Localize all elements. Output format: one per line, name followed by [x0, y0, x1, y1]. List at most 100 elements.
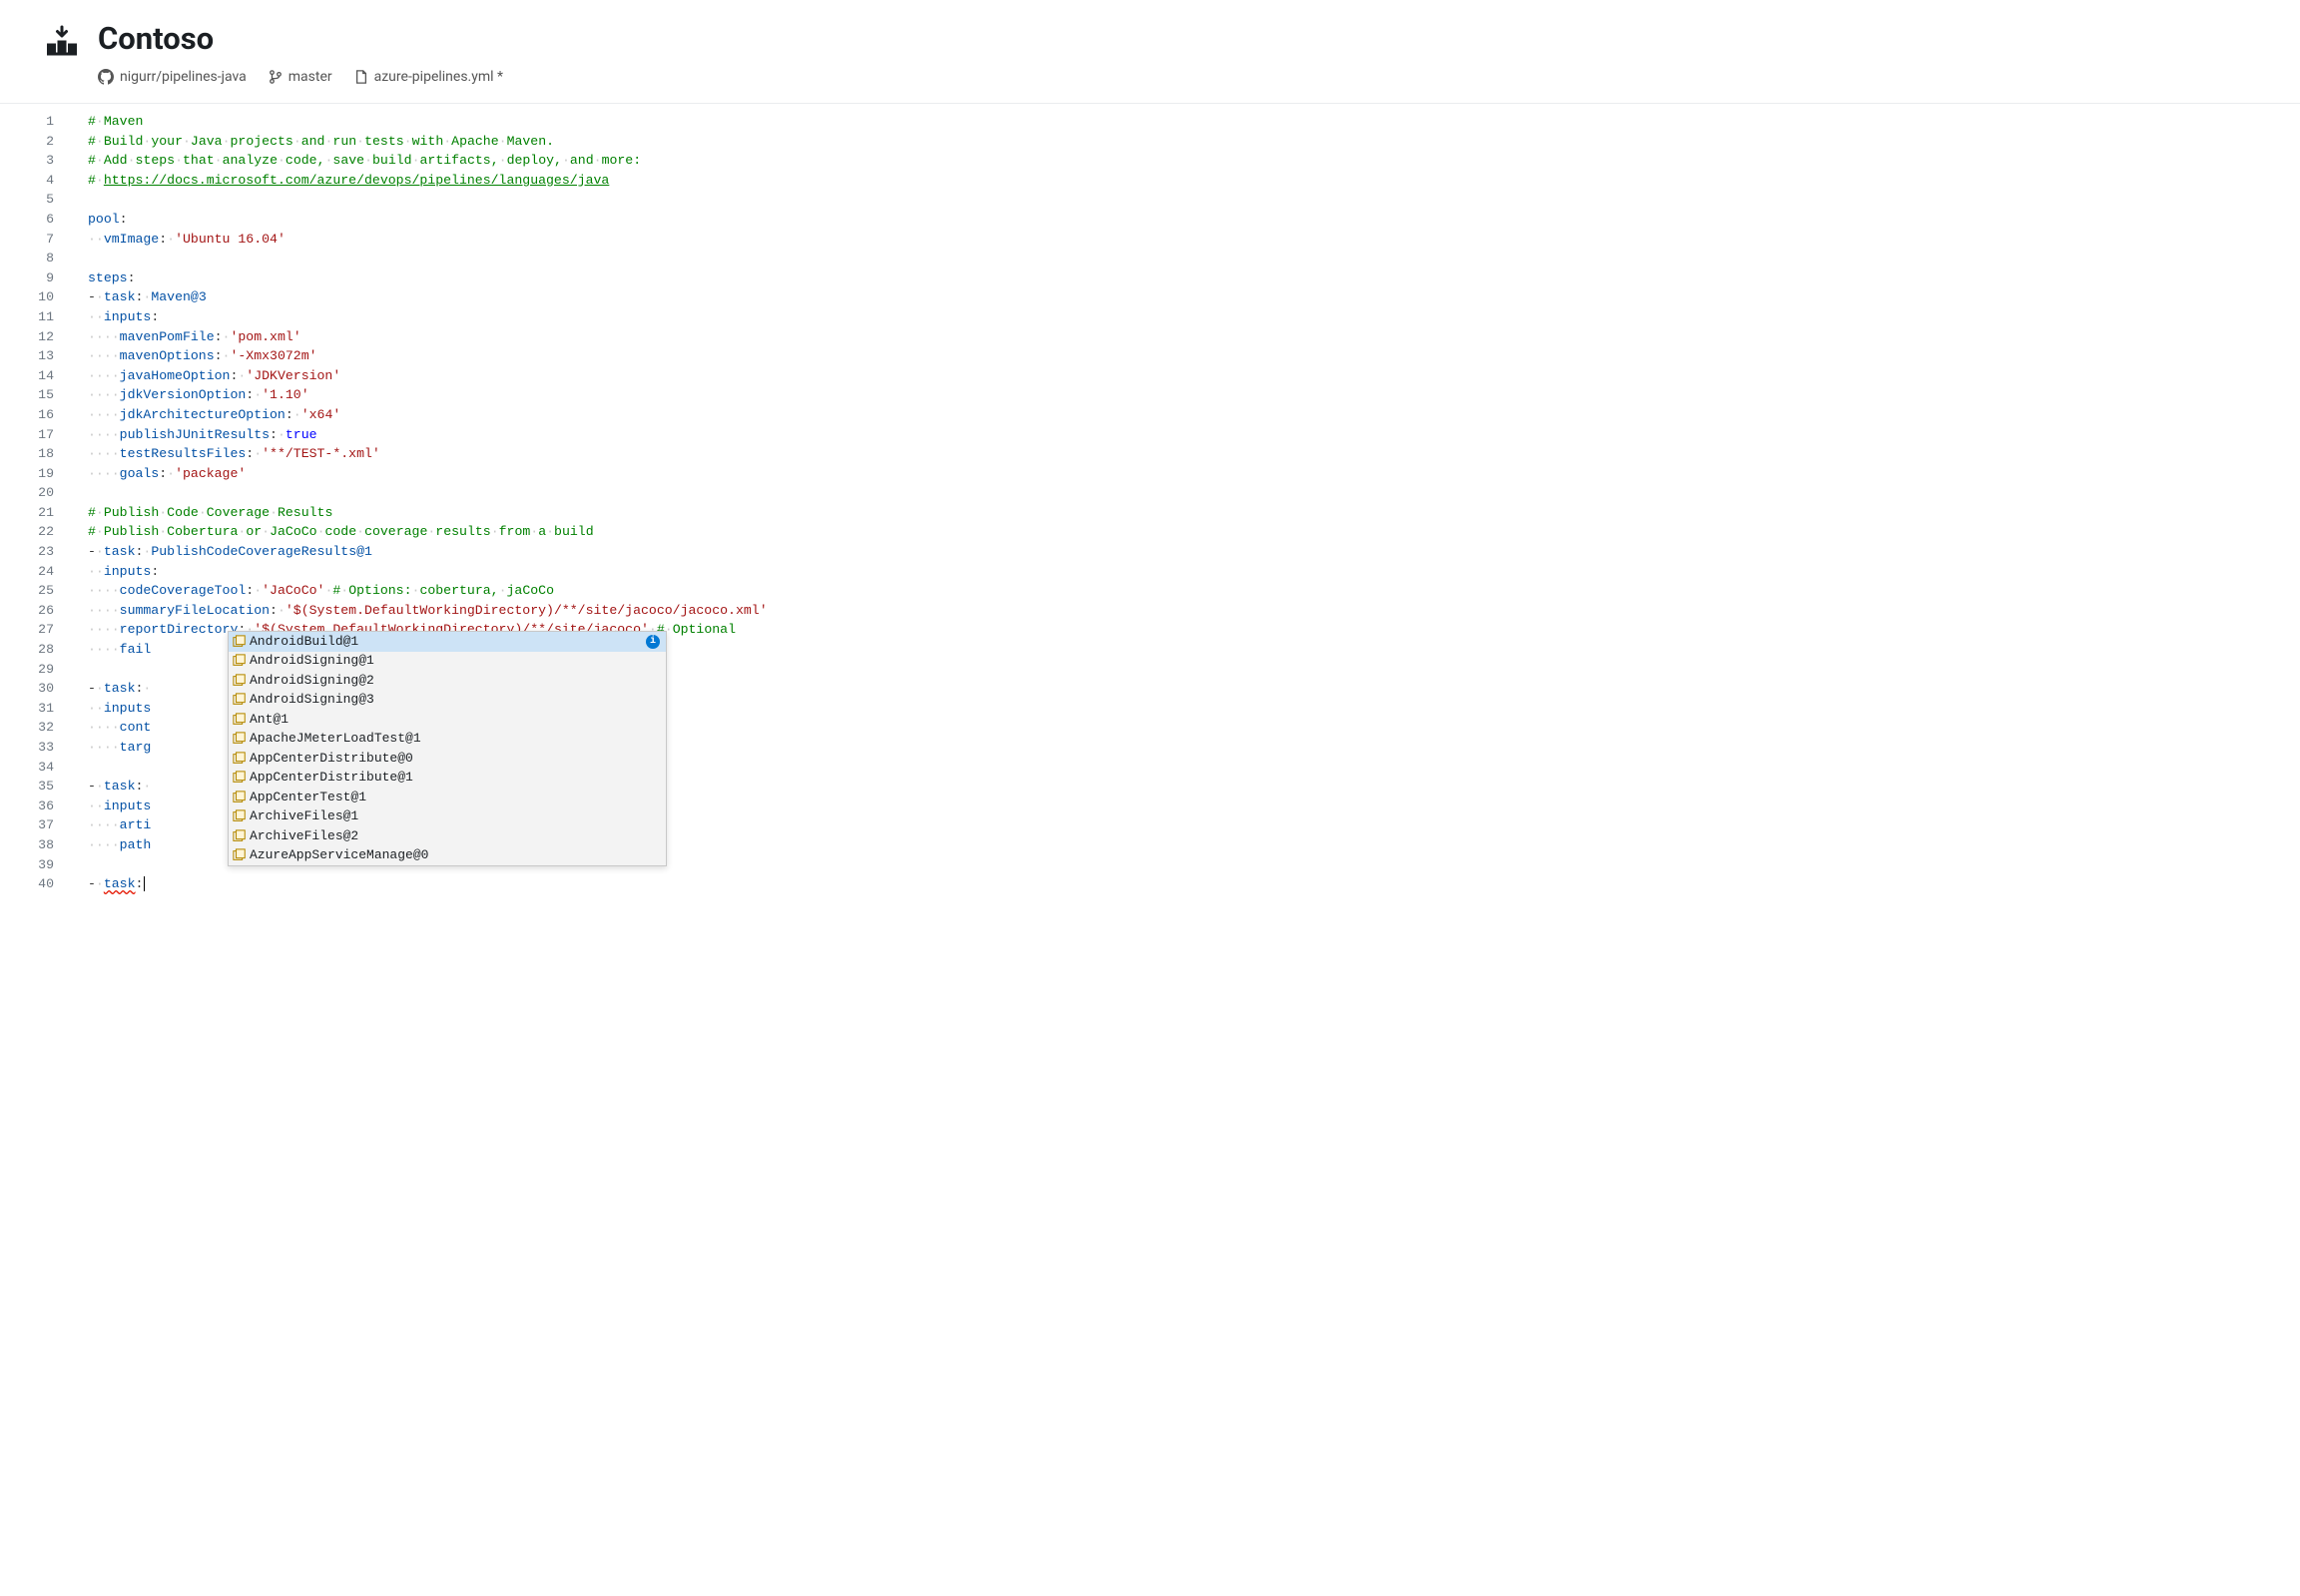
line-number: 2: [0, 132, 54, 152]
breadcrumb-branch-label: master: [288, 69, 332, 85]
snippet-icon: [233, 732, 247, 746]
intellisense-item-label: AndroidSigning@3: [250, 690, 660, 710]
file-icon: [354, 70, 368, 84]
code-line[interactable]: ····mavenPomFile:·'pom.xml': [70, 327, 2300, 347]
line-number: 13: [0, 346, 54, 366]
branch-icon: [269, 70, 283, 84]
line-number: 29: [0, 660, 54, 680]
line-number: 34: [0, 758, 54, 778]
code-line[interactable]: steps:: [70, 268, 2300, 288]
code-line[interactable]: ··vmImage:·'Ubuntu 16.04': [70, 230, 2300, 250]
code-line[interactable]: -·task:·Maven@3: [70, 287, 2300, 307]
line-number: 16: [0, 405, 54, 425]
code-line[interactable]: #·https://docs.microsoft.com/azure/devop…: [70, 171, 2300, 191]
line-number: 17: [0, 425, 54, 445]
intellisense-item[interactable]: AndroidSigning@2: [229, 671, 666, 691]
breadcrumb-branch[interactable]: master: [269, 69, 332, 85]
code-line[interactable]: #·Publish·Code·Coverage·Results: [70, 503, 2300, 523]
line-number: 11: [0, 307, 54, 327]
snippet-icon: [233, 848, 247, 862]
intellisense-item-label: Ant@1: [250, 710, 660, 730]
line-number: 6: [0, 210, 54, 230]
line-number: 15: [0, 385, 54, 405]
line-number: 38: [0, 835, 54, 855]
build-icon: [44, 24, 80, 60]
code-line[interactable]: ····mavenOptions:·'-Xmx3072m': [70, 346, 2300, 366]
line-number: 21: [0, 503, 54, 523]
editor-gutter: 1234567891011121314151617181920212223242…: [0, 104, 70, 902]
breadcrumb-repo[interactable]: nigurr/pipelines-java: [98, 69, 247, 85]
intellisense-item-label: ApacheJMeterLoadTest@1: [250, 729, 660, 749]
line-number: 18: [0, 444, 54, 464]
line-number: 33: [0, 738, 54, 758]
intellisense-item-label: AppCenterDistribute@1: [250, 768, 660, 788]
intellisense-item[interactable]: AndroidSigning@1: [229, 652, 666, 672]
snippet-icon: [233, 713, 247, 727]
intellisense-item[interactable]: AppCenterTest@1: [229, 788, 666, 807]
intellisense-item[interactable]: AppCenterDistribute@0: [229, 749, 666, 769]
code-line[interactable]: ····summaryFileLocation:·'$(System.Defau…: [70, 601, 2300, 621]
intellisense-item[interactable]: AndroidBuild@1i: [229, 632, 666, 652]
code-line[interactable]: pool:: [70, 210, 2300, 230]
line-number: 7: [0, 230, 54, 250]
code-line[interactable]: ····publishJUnitResults:·true: [70, 425, 2300, 445]
page-title: Contoso: [98, 20, 503, 57]
line-number: 10: [0, 287, 54, 307]
intellisense-item[interactable]: ArchiveFiles@1: [229, 807, 666, 827]
line-number: 4: [0, 171, 54, 191]
code-line[interactable]: ····jdkVersionOption:·'1.10': [70, 385, 2300, 405]
intellisense-popup[interactable]: AndroidBuild@1iAndroidSigning@1AndroidSi…: [228, 631, 667, 866]
code-line[interactable]: ····goals:·'package': [70, 464, 2300, 484]
snippet-icon: [233, 752, 247, 766]
intellisense-item[interactable]: ArchiveFiles@2: [229, 826, 666, 846]
snippet-icon: [233, 771, 247, 785]
code-line[interactable]: #·Maven: [70, 112, 2300, 132]
code-line[interactable]: ··inputs:: [70, 307, 2300, 327]
code-line[interactable]: ····codeCoverageTool:·'JaCoCo'·#·Options…: [70, 581, 2300, 601]
breadcrumb-repo-label: nigurr/pipelines-java: [120, 69, 247, 85]
snippet-icon: [233, 635, 247, 649]
code-line[interactable]: #·Add·steps·that·analyze·code,·save·buil…: [70, 151, 2300, 171]
code-line[interactable]: #·Publish·Cobertura·or·JaCoCo·code·cover…: [70, 522, 2300, 542]
intellisense-item-label: AppCenterTest@1: [250, 788, 660, 807]
code-line[interactable]: ····jdkArchitectureOption:·'x64': [70, 405, 2300, 425]
intellisense-item[interactable]: Ant@1: [229, 710, 666, 730]
snippet-icon: [233, 674, 247, 688]
code-line[interactable]: -·task:: [70, 874, 2300, 894]
line-number: 3: [0, 151, 54, 171]
code-line[interactable]: ····testResultsFiles:·'**/TEST-*.xml': [70, 444, 2300, 464]
line-number: 26: [0, 601, 54, 621]
line-number: 40: [0, 874, 54, 894]
line-number: 27: [0, 620, 54, 640]
intellisense-item[interactable]: AzureAppServiceManage@0: [229, 846, 666, 866]
code-line[interactable]: -·task:·PublishCodeCoverageResults@1: [70, 542, 2300, 562]
line-number: 37: [0, 815, 54, 835]
code-line[interactable]: [70, 483, 2300, 503]
info-icon[interactable]: i: [646, 635, 660, 649]
code-editor[interactable]: 1234567891011121314151617181920212223242…: [0, 103, 2300, 902]
code-line[interactable]: ····javaHomeOption:·'JDKVersion': [70, 366, 2300, 386]
intellisense-item-label: AndroidBuild@1: [250, 632, 643, 652]
intellisense-item-label: AppCenterDistribute@0: [250, 749, 660, 769]
code-line[interactable]: [70, 190, 2300, 210]
line-number: 23: [0, 542, 54, 562]
snippet-icon: [233, 791, 247, 804]
line-number: 9: [0, 268, 54, 288]
breadcrumb: nigurr/pipelines-java master azure-pipel…: [98, 69, 503, 85]
code-line[interactable]: [70, 249, 2300, 268]
editor-code-area[interactable]: #·Maven#·Build·your·Java·projects·and·ru…: [70, 104, 2300, 902]
header: Contoso nigurr/pipelines-java master azu…: [0, 0, 2300, 85]
line-number: 1: [0, 112, 54, 132]
intellisense-item[interactable]: AndroidSigning@3: [229, 691, 666, 711]
line-number: 25: [0, 581, 54, 601]
snippet-icon: [233, 829, 247, 843]
code-line[interactable]: ··inputs:: [70, 562, 2300, 582]
line-number: 39: [0, 855, 54, 875]
intellisense-item[interactable]: AppCenterDistribute@1: [229, 769, 666, 789]
line-number: 24: [0, 562, 54, 582]
intellisense-item-label: AzureAppServiceManage@0: [250, 845, 660, 865]
intellisense-item[interactable]: ApacheJMeterLoadTest@1: [229, 730, 666, 750]
breadcrumb-file[interactable]: azure-pipelines.yml *: [354, 69, 503, 85]
breadcrumb-file-label: azure-pipelines.yml *: [374, 69, 503, 85]
code-line[interactable]: #·Build·your·Java·projects·and·run·tests…: [70, 132, 2300, 152]
